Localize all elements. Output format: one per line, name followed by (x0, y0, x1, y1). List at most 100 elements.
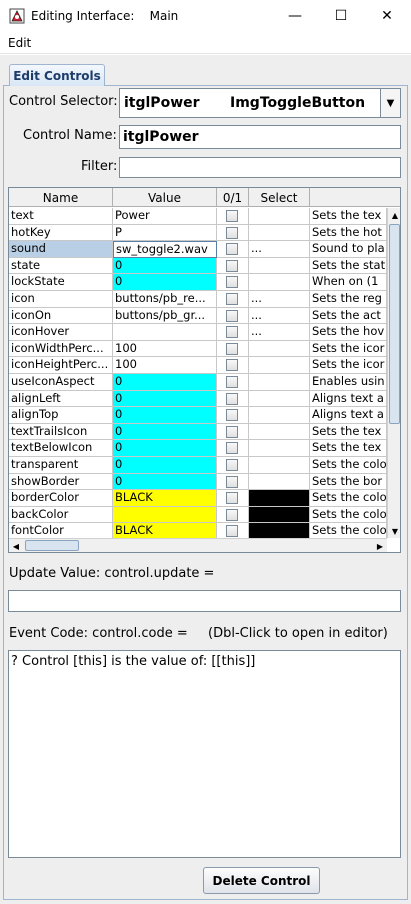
toggle-checkbox[interactable] (226, 425, 238, 438)
select-cell[interactable] (249, 224, 310, 242)
select-cell[interactable]: ... (249, 241, 310, 258)
property-value-cell[interactable]: buttons/pb_re... (113, 291, 217, 308)
property-value-cell[interactable] (113, 324, 217, 341)
table-row[interactable]: iconOn buttons/pb_gr...... Sets the act (9, 307, 387, 325)
vertical-scrollbar[interactable]: ▲ ▼ (387, 208, 400, 538)
property-name-cell[interactable]: textBelowIcon (9, 440, 113, 458)
property-name-cell[interactable]: backColor (9, 506, 113, 524)
property-name-cell[interactable]: borderColor (9, 490, 113, 507)
select-cell[interactable] (249, 440, 310, 458)
toggle-checkbox[interactable] (226, 376, 238, 388)
property-name-cell[interactable]: textTrailsIcon (9, 423, 113, 441)
select-cell[interactable]: ... (249, 307, 310, 325)
select-cell[interactable]: ... (249, 324, 310, 341)
property-value-cell[interactable]: P (113, 224, 217, 242)
toggle-checkbox[interactable] (226, 276, 238, 289)
property-value-cell[interactable]: 0 (113, 473, 217, 491)
horizontal-scrollbar[interactable]: ◀ ▶ (9, 538, 387, 552)
table-row[interactable]: alignLeft 0 Aligns text a (9, 390, 387, 408)
property-value-cell[interactable]: 100 (113, 340, 217, 358)
select-cell[interactable]: ... (249, 506, 310, 524)
vertical-scroll-thumb[interactable] (389, 224, 400, 424)
header-toggle[interactable]: 0/1 (217, 188, 249, 207)
property-name-cell[interactable]: sound (9, 241, 113, 258)
scroll-right-icon[interactable]: ▶ (373, 539, 387, 552)
table-row[interactable]: textTrailsIcon 0 Sets the tex (9, 423, 387, 441)
chevron-down-icon[interactable]: ▼ (380, 89, 400, 117)
property-name-cell[interactable]: state (9, 257, 113, 275)
property-value-cell[interactable]: 0 (113, 374, 217, 391)
property-name-cell[interactable]: transparent (9, 457, 113, 474)
select-cell[interactable] (249, 457, 310, 474)
table-row[interactable]: state 0 Sets the stat (9, 257, 387, 275)
toggle-checkbox[interactable] (226, 210, 238, 222)
control-selector-dropdown[interactable]: itglPower ImgToggleButton ▼ (119, 88, 401, 118)
menu-edit[interactable]: Edit (8, 36, 31, 50)
table-row[interactable]: lockState 0 When on (1 (9, 274, 387, 292)
select-cell[interactable]: ... (249, 291, 310, 308)
delete-control-button[interactable]: Delete Control (203, 867, 320, 894)
table-row[interactable]: showBorder 0 Sets the bor (9, 473, 387, 491)
select-cell[interactable] (249, 208, 310, 225)
property-name-cell[interactable]: iconHeightPerc... (9, 357, 113, 375)
toggle-checkbox[interactable] (226, 442, 238, 455)
property-name-cell[interactable]: text (9, 208, 113, 225)
toggle-checkbox[interactable] (226, 259, 238, 272)
select-cell[interactable] (249, 423, 310, 441)
event-code-editor[interactable]: ? Control [this] is the value of: [[this… (8, 650, 401, 858)
select-cell[interactable] (249, 357, 310, 375)
toggle-checkbox[interactable] (226, 409, 238, 422)
table-row[interactable]: transparent 0 Sets the colo (9, 457, 387, 474)
toggle-checkbox[interactable] (226, 459, 238, 471)
select-cell[interactable] (249, 274, 310, 292)
select-cell[interactable] (249, 390, 310, 408)
property-name-cell[interactable]: useIconAspect (9, 374, 113, 391)
header-name[interactable]: Name (9, 188, 113, 207)
toggle-checkbox[interactable] (226, 293, 238, 305)
property-value-cell[interactable]: BLACK (113, 490, 217, 507)
property-value-cell[interactable]: Power (113, 208, 217, 225)
property-value-cell[interactable]: 0 (113, 257, 217, 275)
property-name-cell[interactable]: iconWidthPerc... (9, 340, 113, 358)
select-cell[interactable] (249, 340, 310, 358)
toggle-checkbox[interactable] (226, 243, 238, 256)
property-value-cell[interactable]: 100 (113, 357, 217, 375)
close-button[interactable]: ✕ (364, 0, 410, 32)
table-row[interactable]: hotKey P Sets the hot (9, 224, 387, 242)
toggle-checkbox[interactable] (226, 326, 238, 339)
property-name-cell[interactable]: alignTop (9, 407, 113, 424)
table-row[interactable]: iconHeightPerc... 100 Sets the icor (9, 357, 387, 375)
property-name-cell[interactable]: icon (9, 291, 113, 308)
property-value-cell[interactable]: 0 (113, 423, 217, 441)
property-value-cell[interactable]: 0 (113, 457, 217, 474)
toggle-checkbox[interactable] (226, 226, 238, 239)
table-row[interactable]: sound sw_toggle2.wav... Sound to pla (9, 241, 387, 258)
scroll-up-icon[interactable]: ▲ (388, 208, 400, 222)
property-value-cell[interactable]: buttons/pb_gr... (113, 307, 217, 325)
property-value-cell[interactable]: 0 (113, 407, 217, 424)
property-value-cell[interactable]: 0 (113, 274, 217, 292)
maximize-button[interactable]: ☐ (318, 0, 364, 32)
toggle-checkbox[interactable] (226, 309, 238, 322)
table-row[interactable]: icon buttons/pb_re...... Sets the reg (9, 291, 387, 308)
table-row[interactable]: iconWidthPerc... 100 Sets the icor (9, 340, 387, 358)
select-cell[interactable] (249, 257, 310, 275)
toggle-checkbox[interactable] (226, 525, 238, 538)
horizontal-scroll-thumb[interactable] (25, 540, 79, 551)
toggle-checkbox[interactable] (226, 508, 238, 521)
table-row[interactable]: useIconAspect 0 Enables usin (9, 374, 387, 391)
table-row[interactable]: backColor... Sets the colo (9, 506, 387, 524)
select-cell[interactable] (249, 473, 310, 491)
property-name-cell[interactable]: iconHover (9, 324, 113, 341)
toggle-checkbox[interactable] (226, 359, 238, 372)
toggle-checkbox[interactable] (226, 342, 238, 355)
property-value-cell[interactable]: 0 (113, 390, 217, 408)
scroll-left-icon[interactable]: ◀ (9, 539, 23, 552)
property-name-cell[interactable]: lockState (9, 274, 113, 292)
toggle-checkbox[interactable] (226, 492, 238, 505)
scroll-down-icon[interactable]: ▼ (388, 524, 400, 538)
property-name-cell[interactable]: iconOn (9, 307, 113, 325)
header-description[interactable] (310, 188, 400, 207)
property-value-cell[interactable] (113, 506, 217, 524)
property-value-cell[interactable]: sw_toggle2.wav (113, 241, 217, 258)
